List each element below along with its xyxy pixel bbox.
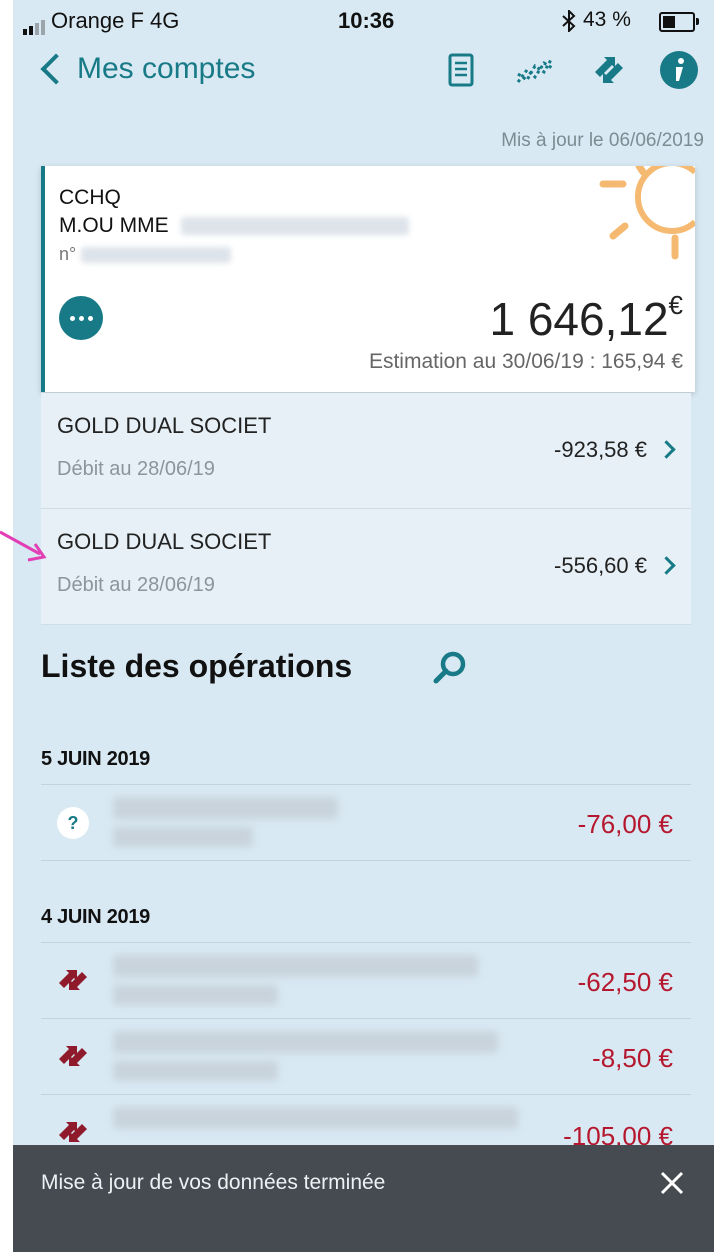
operation-label-redacted: [113, 797, 338, 819]
number-prefix: n°: [59, 244, 77, 264]
question-icon: ?: [57, 807, 89, 839]
operation-label-redacted: [113, 1107, 518, 1129]
transfer-icon: [59, 970, 87, 990]
signal-icon: [23, 17, 47, 35]
holder-prefix: M.OU MME: [59, 214, 169, 237]
last-updated: Mis à jour le 06/06/2019: [501, 130, 704, 151]
search-icon[interactable]: [431, 648, 471, 688]
chevron-right-icon: [657, 556, 676, 575]
day-header: 5 JUIN 2019: [41, 748, 150, 770]
operation-amount: -8,50 €: [592, 1043, 673, 1073]
card-name: GOLD DUAL SOCIET: [57, 529, 272, 554]
close-icon[interactable]: [656, 1167, 688, 1199]
battery-percent: 43 %: [583, 8, 631, 31]
more-options-button[interactable]: [59, 296, 103, 340]
day-header: 4 JUIN 2019: [41, 906, 150, 928]
card-amount: -556,60 €: [554, 553, 647, 578]
divider: [41, 860, 691, 861]
back-button[interactable]: Mes comptes: [39, 46, 255, 92]
operations-title: Liste des opérations: [41, 648, 353, 684]
operation-sublabel-redacted: [113, 827, 253, 847]
card-row[interactable]: GOLD DUAL SOCIET Débit au 28/06/19 -923,…: [41, 393, 691, 509]
transfer-icon[interactable]: [589, 50, 629, 90]
toast: Mise à jour de vos données terminée: [13, 1145, 714, 1252]
account-holder: M.OU MME: [59, 214, 409, 238]
holder-name-redacted: [180, 217, 409, 236]
annotation-arrow-icon: [0, 530, 47, 562]
operation-row[interactable]: -62,50 €: [41, 943, 691, 1019]
app-screen: Orange F 4G 10:36 43 % Mes comptes Mis à…: [13, 0, 714, 1252]
account-card[interactable]: CCHQ M.OU MME n° 1 646,12€ Estimation au…: [41, 166, 695, 392]
balance-value: 1 646,12: [489, 293, 669, 345]
balance-estimate: Estimation au 30/06/19 : 165,94 €: [368, 350, 683, 373]
card-debit-date: Débit au 28/06/19: [57, 458, 215, 480]
info-icon[interactable]: [659, 50, 699, 90]
account-type: CCHQ: [59, 186, 121, 209]
account-number-redacted: [81, 247, 232, 264]
account-number: n°: [59, 244, 232, 265]
operation-amount: -62,50 €: [577, 967, 673, 997]
account-balance: 1 646,12€: [489, 290, 683, 346]
back-label: Mes comptes: [77, 52, 256, 85]
operation-row[interactable]: ? -76,00 €: [41, 785, 691, 861]
balance-currency: €: [668, 290, 683, 320]
carrier-label: Orange F 4G: [51, 8, 180, 33]
chart-icon[interactable]: [515, 50, 555, 90]
chevron-left-icon: [40, 53, 72, 85]
operation-row[interactable]: -8,50 €: [41, 1019, 691, 1095]
card-amount: -923,58 €: [554, 437, 647, 462]
chevron-right-icon: [657, 440, 676, 459]
card-name: GOLD DUAL SOCIET: [57, 413, 272, 438]
clock: 10:36: [338, 8, 395, 33]
operation-label-redacted: [113, 955, 478, 977]
sun-icon: [599, 166, 695, 260]
card-debit-date: Débit au 28/06/19: [57, 574, 215, 596]
toast-message: Mise à jour de vos données terminée: [41, 1171, 386, 1194]
operation-label-redacted: [113, 1031, 498, 1053]
statement-icon[interactable]: [441, 50, 481, 90]
transfer-icon: [59, 1046, 87, 1066]
battery-icon: [659, 12, 699, 32]
bluetooth-icon: [562, 10, 576, 32]
operation-amount: -76,00 €: [577, 809, 673, 839]
operation-sublabel-redacted: [113, 1061, 278, 1081]
card-row[interactable]: GOLD DUAL SOCIET Débit au 28/06/19 -556,…: [41, 509, 691, 625]
operation-sublabel-redacted: [113, 985, 278, 1005]
